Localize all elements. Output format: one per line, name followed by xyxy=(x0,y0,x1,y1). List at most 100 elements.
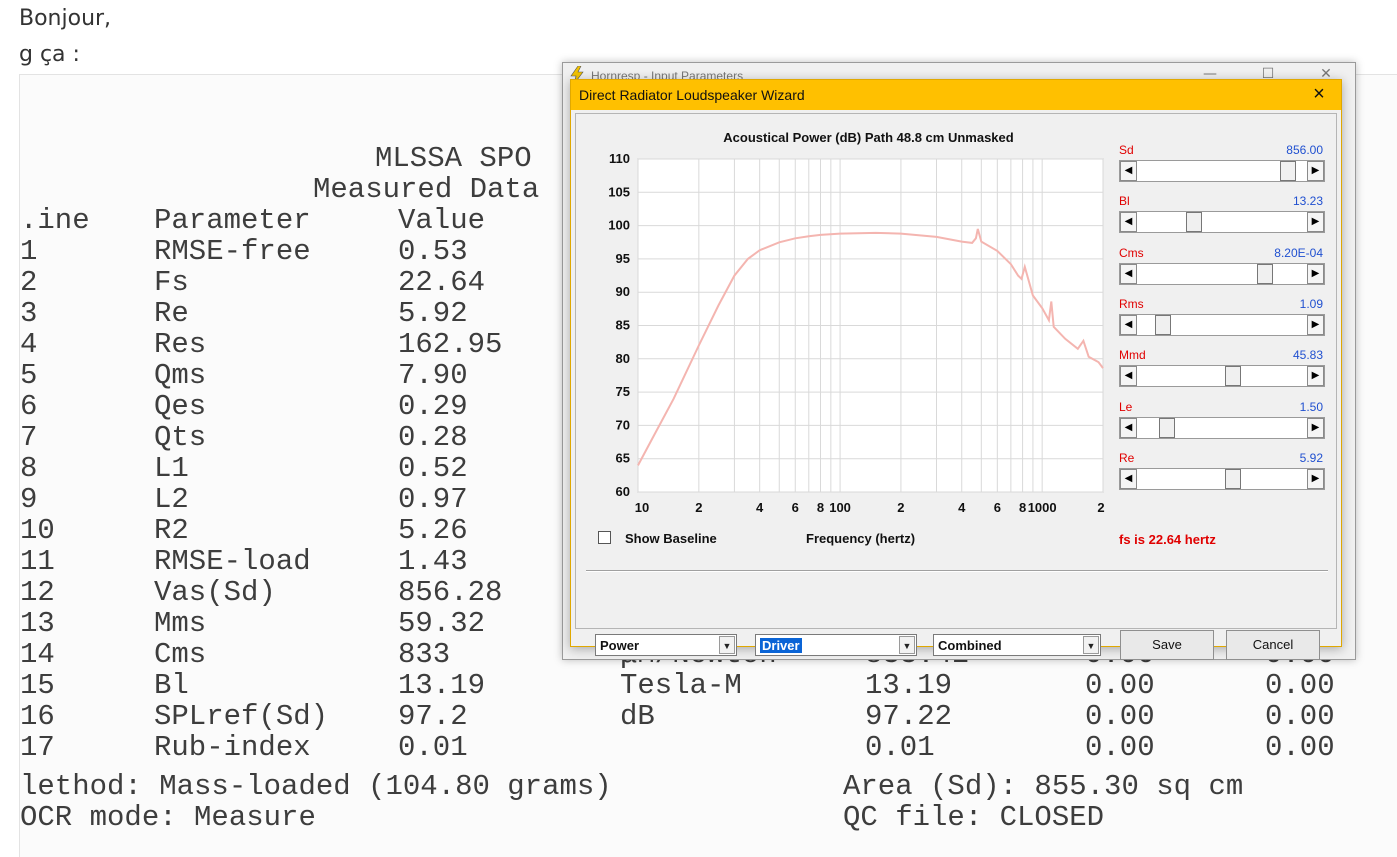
wizard-body: Acoustical Power (dB) Path 48.8 cm Unmas… xyxy=(575,113,1337,660)
post-text: g ça : xyxy=(19,42,80,67)
output-type-value: Power xyxy=(600,638,640,653)
scan-cell-param: Bl xyxy=(154,669,189,702)
chevron-down-icon[interactable]: ▼ xyxy=(899,636,915,654)
param-scrollbar[interactable]: ◀ ▶ xyxy=(1119,262,1325,285)
scroll-thumb[interactable] xyxy=(1158,417,1175,438)
param-scrollbar[interactable]: ◀ ▶ xyxy=(1119,211,1325,234)
scan-cell-param: R2 xyxy=(154,514,189,547)
wizard-close-icon[interactable]: × xyxy=(1307,83,1331,106)
scroll-thumb[interactable] xyxy=(1224,366,1241,387)
scan-cell-line: 15 xyxy=(20,669,55,702)
header-parameter: Parameter xyxy=(154,204,311,237)
component-value: Driver xyxy=(760,638,802,653)
scroll-thumb[interactable] xyxy=(1257,263,1274,284)
y-tick-label: 110 xyxy=(609,151,630,166)
y-tick-label: 80 xyxy=(616,351,630,366)
y-tick-label: 105 xyxy=(608,184,630,199)
chevron-down-icon[interactable]: ▼ xyxy=(1083,636,1099,654)
scan-cell-unit: Tesla-M xyxy=(620,669,742,702)
output-type-select[interactable]: Power ▼ xyxy=(595,634,737,656)
frequency-axis-label: Frequency (hertz) xyxy=(806,531,916,546)
x-tick-label: 2 xyxy=(695,500,702,515)
arrow-left-icon[interactable]: ◀ xyxy=(1120,212,1137,233)
scan-cell-value: 13.19 xyxy=(398,669,486,702)
scan-cell-value: 833 xyxy=(398,638,451,671)
scan-row: 16 SPLref(Sd) 97.2 dB 97.22 0.00 0.00 xyxy=(20,701,1397,732)
show-baseline-checkbox[interactable]: Show Baseline xyxy=(598,531,717,546)
scroll-thumb[interactable] xyxy=(1224,468,1241,489)
arrow-left-icon[interactable]: ◀ xyxy=(1120,366,1137,387)
save-button[interactable]: Save xyxy=(1120,630,1214,660)
scan-cell-v4: 0.00 xyxy=(1265,669,1335,702)
scan-cell-param: SPLref(Sd) xyxy=(154,700,329,733)
arrow-left-icon[interactable]: ◀ xyxy=(1120,468,1137,489)
chevron-down-icon[interactable]: ▼ xyxy=(719,636,735,654)
arrow-right-icon[interactable]: ▶ xyxy=(1307,212,1324,233)
scan-ocr-mode: OCR mode: Measure xyxy=(20,801,316,834)
scan-cell-value: 97.2 xyxy=(398,700,468,733)
scan-cell-line: 1 xyxy=(20,235,38,268)
x-tick-label: 100 xyxy=(829,500,851,515)
scan-cell-param: Qms xyxy=(154,359,207,392)
checkbox-box[interactable] xyxy=(598,531,611,544)
param-scrollbar[interactable]: ◀ ▶ xyxy=(1119,160,1325,182)
arrow-left-icon[interactable]: ◀ xyxy=(1120,161,1137,181)
y-tick-label: 85 xyxy=(616,318,630,333)
param-cms: Cms 8.20E-04 ◀ ▶ xyxy=(1119,246,1325,296)
arrow-right-icon[interactable]: ▶ xyxy=(1307,417,1324,438)
scan-cell-value: 7.90 xyxy=(398,359,468,392)
arrow-right-icon[interactable]: ▶ xyxy=(1307,314,1324,335)
arrow-left-icon[interactable]: ◀ xyxy=(1120,417,1137,438)
scan-cell-value: 0.53 xyxy=(398,235,468,268)
scan-cell-v3: 0.00 xyxy=(1085,669,1155,702)
arrow-right-icon[interactable]: ▶ xyxy=(1307,366,1324,387)
arrow-right-icon[interactable]: ▶ xyxy=(1307,468,1324,489)
arrow-left-icon[interactable]: ◀ xyxy=(1120,314,1137,335)
scan-cell-param: Qts xyxy=(154,421,207,454)
scan-cell-v3: 0.00 xyxy=(1085,731,1155,764)
scan-cell-line: 4 xyxy=(20,328,38,361)
loudspeaker-wizard-dialog[interactable]: Direct Radiator Loudspeaker Wizard × Aco… xyxy=(570,79,1342,660)
scan-row: 17 Rub-index 0.01 0.01 0.00 0.00 xyxy=(20,732,1397,763)
scan-cell-line: 16 xyxy=(20,700,55,733)
scan-cell-value: 22.64 xyxy=(398,266,486,299)
param-name: Sd xyxy=(1119,143,1134,157)
scan-cell-param: Mms xyxy=(154,607,207,640)
param-scrollbar[interactable]: ◀ ▶ xyxy=(1119,467,1325,490)
scroll-thumb[interactable] xyxy=(1280,161,1297,181)
y-tick-label: 75 xyxy=(616,384,630,399)
scroll-thumb[interactable] xyxy=(1155,314,1172,335)
scan-cell-line: 8 xyxy=(20,452,38,485)
param-scrollbar[interactable]: ◀ ▶ xyxy=(1119,313,1325,336)
x-tick-label: 10 xyxy=(635,500,649,515)
y-tick-label: 70 xyxy=(616,417,630,432)
component-select[interactable]: Driver ▼ xyxy=(755,634,917,656)
arrow-right-icon[interactable]: ▶ xyxy=(1307,263,1324,284)
param-scrollbar[interactable]: ◀ ▶ xyxy=(1119,365,1325,388)
scan-cell-line: 10 xyxy=(20,514,55,547)
wizard-title-bar[interactable]: Direct Radiator Loudspeaker Wizard × xyxy=(571,80,1341,110)
scan-subtitle: Measured Data xyxy=(313,173,540,206)
scan-cell-value: 5.26 xyxy=(398,514,468,547)
param-value: 45.83 xyxy=(1292,348,1323,363)
scroll-thumb[interactable] xyxy=(1186,212,1203,233)
param-value: 1.09 xyxy=(1299,296,1323,311)
param-value: 8.20E-04 xyxy=(1274,245,1323,260)
param-sd: Sd 856.00 ◀ ▶ xyxy=(1119,143,1325,193)
param-value: 5.92 xyxy=(1299,450,1323,465)
scan-cell-value: 0.97 xyxy=(398,483,468,516)
fs-readout: fs is 22.64 hertz xyxy=(1119,532,1216,547)
arrow-left-icon[interactable]: ◀ xyxy=(1120,263,1137,284)
x-tick-label: 6 xyxy=(994,500,1001,515)
scan-cell-param: L1 xyxy=(154,452,189,485)
param-scrollbar[interactable]: ◀ ▶ xyxy=(1119,416,1325,439)
cancel-button[interactable]: Cancel xyxy=(1226,630,1320,660)
arrow-right-icon[interactable]: ▶ xyxy=(1307,161,1324,181)
param-mmd: Mmd 45.83 ◀ ▶ xyxy=(1119,348,1325,398)
scan-cell-v2: 0.01 xyxy=(865,731,935,764)
param-name: Rms xyxy=(1119,296,1144,311)
scan-cell-value: 0.01 xyxy=(398,731,468,764)
scan-row: 15 Bl 13.19 Tesla-M 13.19 0.00 0.00 xyxy=(20,670,1397,701)
scan-cell-line: 3 xyxy=(20,297,38,330)
mode-select[interactable]: Combined ▼ xyxy=(933,634,1101,656)
